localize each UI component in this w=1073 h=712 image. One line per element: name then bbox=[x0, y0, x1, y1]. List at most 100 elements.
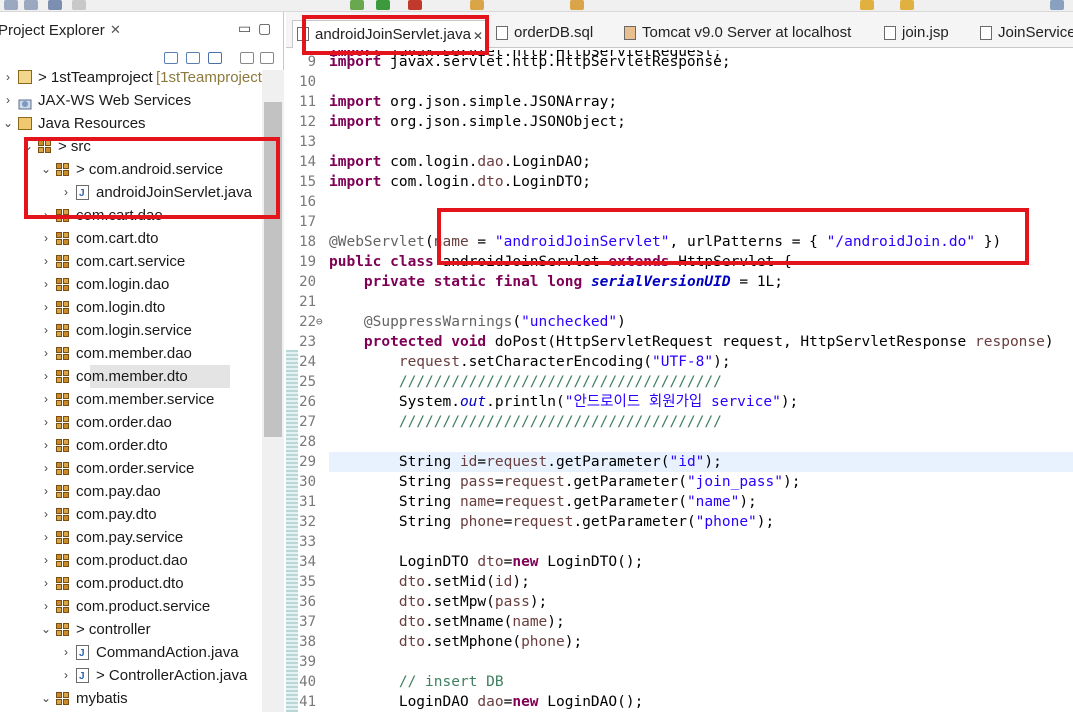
expand-right-icon[interactable]: › bbox=[2, 66, 14, 89]
close-icon[interactable]: ✕ bbox=[110, 22, 121, 38]
code-line[interactable]: dto.setMid(id); bbox=[329, 572, 530, 592]
expand-right-icon[interactable]: › bbox=[40, 480, 52, 503]
save-all-icon[interactable] bbox=[24, 0, 38, 10]
code-line[interactable]: import org.json.simple.JSONObject; bbox=[329, 112, 626, 132]
tree-item[interactable]: › com.member.dao bbox=[0, 342, 262, 365]
expand-right-icon[interactable]: › bbox=[40, 388, 52, 411]
run-icon[interactable] bbox=[376, 0, 390, 10]
tree-item[interactable]: › JAX-WS Web Services bbox=[0, 89, 262, 112]
expand-down-icon[interactable]: ⌄ bbox=[40, 618, 52, 641]
view-menu-icon[interactable] bbox=[240, 52, 254, 64]
code-line[interactable]: protected void doPost(HttpServletRequest… bbox=[329, 332, 1054, 352]
tab-androidjoinservlet[interactable]: androidJoinServlet.java ✕ bbox=[292, 20, 488, 48]
perspective-icon[interactable] bbox=[1050, 0, 1064, 10]
code-line[interactable]: String id=request.getParameter("id"); bbox=[329, 452, 1073, 472]
tree-item[interactable]: › > 1stTeamproject [1stTeamproject m bbox=[0, 66, 279, 89]
tree-item[interactable]: › com.order.dto bbox=[0, 434, 262, 457]
tab-close-icon[interactable]: ✕ bbox=[473, 25, 483, 47]
expand-right-icon[interactable]: › bbox=[40, 342, 52, 365]
tree-item[interactable]: › com.login.dto bbox=[0, 296, 262, 319]
code-line[interactable]: System.out.println("안드로이드 회원가입 service")… bbox=[329, 392, 798, 412]
tree-item[interactable]: › androidJoinServlet.java bbox=[0, 181, 262, 205]
tree-item[interactable]: › com.product.dao bbox=[0, 549, 262, 572]
tab-join-jsp[interactable]: join.jsp bbox=[884, 22, 964, 44]
code-line[interactable]: private static final long serialVersionU… bbox=[329, 272, 783, 292]
expand-right-icon[interactable]: › bbox=[60, 641, 72, 664]
code-line[interactable]: @SuppressWarnings("unchecked") bbox=[329, 312, 626, 332]
code-line[interactable]: ///////////////////////////////////// bbox=[329, 412, 722, 432]
expand-right-icon[interactable]: › bbox=[40, 365, 52, 388]
expand-right-icon[interactable]: › bbox=[40, 411, 52, 434]
tree-item[interactable]: › com.member.dto bbox=[44, 365, 230, 388]
panel-title[interactable]: Project Explorer bbox=[0, 22, 105, 39]
scrollbar-thumb[interactable] bbox=[264, 102, 282, 437]
tree-item[interactable]: › CommandAction.java bbox=[0, 641, 262, 665]
expand-right-icon[interactable]: › bbox=[2, 89, 14, 112]
expand-right-icon[interactable]: › bbox=[40, 572, 52, 595]
expand-right-icon[interactable]: › bbox=[40, 319, 52, 342]
expand-right-icon[interactable]: › bbox=[60, 181, 72, 204]
tree-item[interactable]: ⌄ > controller bbox=[0, 618, 262, 641]
code-line[interactable]: LoginDTO dto=new LoginDTO(); bbox=[329, 552, 643, 572]
tree-item[interactable]: › com.cart.dao bbox=[0, 204, 262, 227]
tree-item[interactable]: ⌄ > src bbox=[0, 135, 262, 158]
forward-icon[interactable] bbox=[900, 0, 914, 10]
tree-item[interactable]: › com.pay.dto bbox=[0, 503, 262, 526]
link-editor-icon[interactable] bbox=[186, 52, 200, 64]
code-line[interactable]: import com.login.dto.LoginDTO; bbox=[329, 172, 591, 192]
tree-item[interactable]: › > ControllerAction.java bbox=[0, 664, 262, 688]
tab-joinservice[interactable]: JoinService bbox=[980, 22, 1073, 44]
tree-item[interactable]: › com.product.dto bbox=[0, 572, 262, 595]
code-line[interactable]: request.setCharacterEncoding("UTF-8"); bbox=[329, 352, 731, 372]
collapse-all-icon[interactable] bbox=[164, 52, 178, 64]
expand-right-icon[interactable]: › bbox=[40, 434, 52, 457]
expand-down-icon[interactable]: ⌄ bbox=[40, 158, 52, 181]
expand-right-icon[interactable]: › bbox=[40, 549, 52, 572]
tab-orderdb[interactable]: orderDB.sql bbox=[496, 22, 616, 44]
minimize-icon[interactable]: ▭ bbox=[238, 20, 251, 37]
code-line[interactable]: String pass=request.getParameter("join_p… bbox=[329, 472, 801, 492]
tree-item[interactable]: › com.pay.dao bbox=[0, 480, 262, 503]
maximize-icon[interactable]: ▢ bbox=[258, 20, 271, 37]
code-line[interactable]: String name=request.getParameter("name")… bbox=[329, 492, 757, 512]
code-line[interactable]: import org.json.simple.JSONArray; bbox=[329, 92, 617, 112]
tree-item[interactable]: › com.login.service bbox=[0, 319, 262, 342]
code-view[interactable]: import javax.servlet.http.HttpServletReq… bbox=[329, 50, 1073, 712]
filter-icon[interactable] bbox=[208, 52, 222, 64]
expand-right-icon[interactable]: › bbox=[40, 503, 52, 526]
code-line[interactable]: ///////////////////////////////////// bbox=[329, 372, 722, 392]
search-icon[interactable] bbox=[72, 0, 86, 10]
tree-item[interactable]: › com.product.service bbox=[0, 595, 262, 618]
expand-right-icon[interactable]: › bbox=[40, 250, 52, 273]
code-line[interactable]: LoginDAO dao=new LoginDAO(); bbox=[329, 692, 643, 712]
save-icon[interactable] bbox=[4, 0, 18, 10]
code-line[interactable]: dto.setMpw(pass); bbox=[329, 592, 547, 612]
tab-tomcat-server[interactable]: Tomcat v9.0 Server at localhost bbox=[624, 22, 864, 44]
tree-item[interactable]: › com.cart.dto bbox=[0, 227, 262, 250]
print-icon[interactable] bbox=[48, 0, 62, 10]
code-line[interactable]: public class androidJoinServlet extends … bbox=[329, 252, 792, 272]
code-line[interactable]: import javax.servlet.http.HttpServletRes… bbox=[329, 52, 731, 72]
code-line[interactable]: dto.setMname(name); bbox=[329, 612, 565, 632]
new-class-icon[interactable] bbox=[470, 0, 484, 10]
explorer-scrollbar[interactable] bbox=[262, 70, 284, 712]
code-line[interactable]: // insert DB bbox=[329, 672, 504, 692]
code-line[interactable]: dto.setMphone(phone); bbox=[329, 632, 582, 652]
back-icon[interactable] bbox=[860, 0, 874, 10]
debug-icon[interactable] bbox=[350, 0, 364, 10]
expand-right-icon[interactable]: › bbox=[40, 227, 52, 250]
expand-right-icon[interactable]: › bbox=[60, 664, 72, 687]
tree-item[interactable]: › com.login.dao bbox=[0, 273, 262, 296]
more-options-icon[interactable] bbox=[260, 52, 274, 64]
tree-item[interactable]: ⌄ mybatis bbox=[0, 687, 262, 710]
tree-item[interactable]: › com.pay.service bbox=[0, 526, 262, 549]
expand-right-icon[interactable]: › bbox=[40, 273, 52, 296]
tree-item[interactable]: › com.member.service bbox=[0, 388, 262, 411]
code-line[interactable]: String phone=request.getParameter("phone… bbox=[329, 512, 774, 532]
tree-item[interactable]: › com.order.dao bbox=[0, 411, 262, 434]
tree-item[interactable]: › com.cart.service bbox=[0, 250, 262, 273]
expand-right-icon[interactable]: › bbox=[40, 296, 52, 319]
open-type-icon[interactable] bbox=[570, 0, 584, 10]
code-line[interactable]: @WebServlet(name = "androidJoinServlet",… bbox=[329, 232, 1001, 252]
tree-item[interactable]: ⌄ > com.android.service bbox=[0, 158, 262, 181]
